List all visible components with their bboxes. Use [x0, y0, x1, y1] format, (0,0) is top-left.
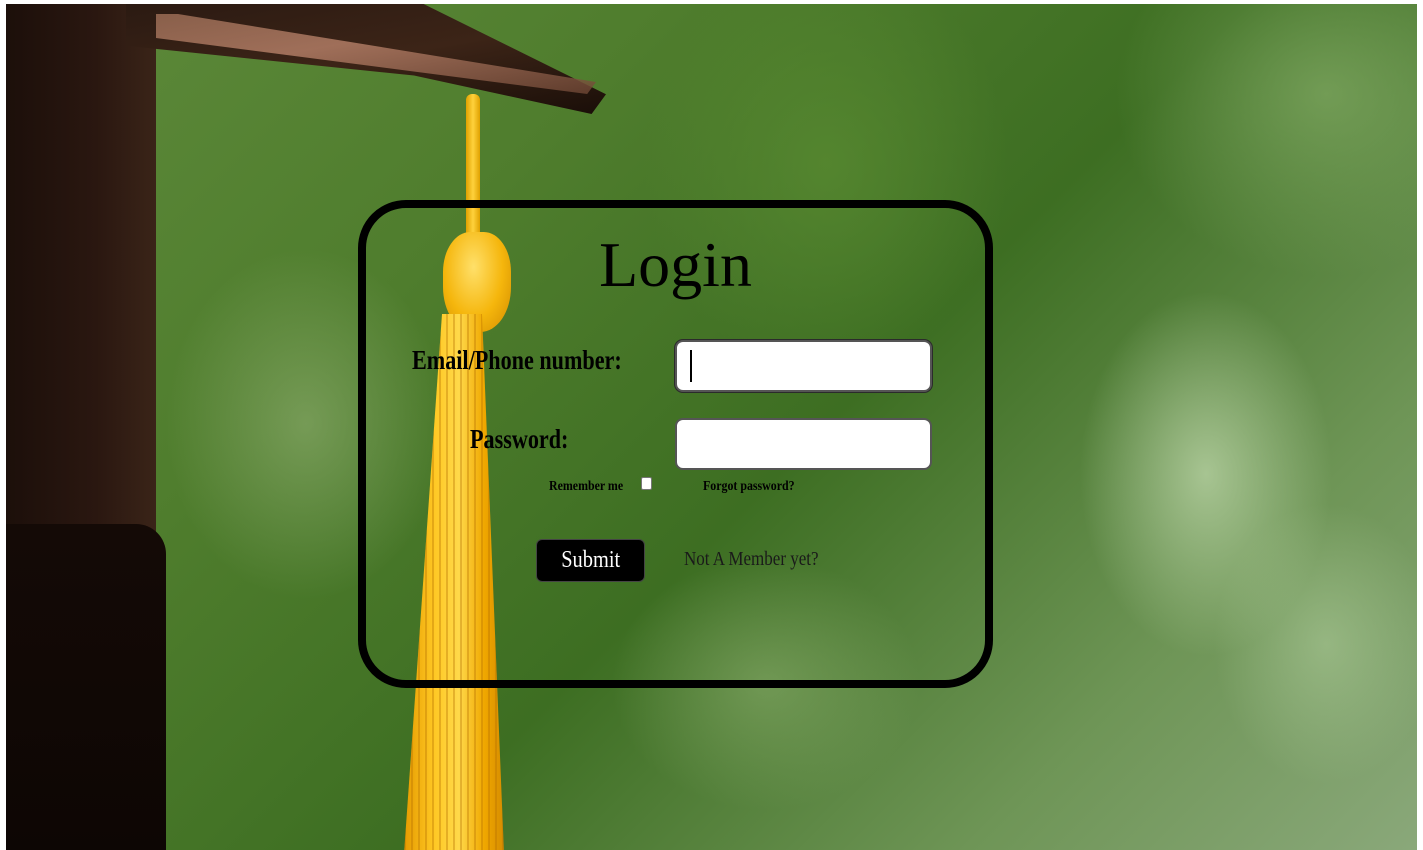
forgot-password-link[interactable]: Forgot password? [703, 479, 795, 495]
remember-me-checkbox[interactable] [641, 477, 652, 490]
email-label: Email/Phone number: [412, 345, 622, 375]
submit-button-label: Submit [561, 547, 620, 573]
password-label: Password: [470, 424, 569, 454]
password-input[interactable] [675, 418, 932, 470]
graduation-cap-base [6, 524, 166, 850]
submit-button[interactable]: Submit [536, 539, 645, 582]
remember-me-label: Remember me [549, 479, 624, 494]
email-phone-input[interactable] [675, 340, 932, 392]
login-page: Login Email/Phone number: Password: Reme… [0, 0, 1423, 850]
text-caret [690, 350, 692, 382]
not-a-member-link[interactable]: Not A Member yet? [684, 548, 819, 571]
login-title: Login [599, 229, 752, 300]
